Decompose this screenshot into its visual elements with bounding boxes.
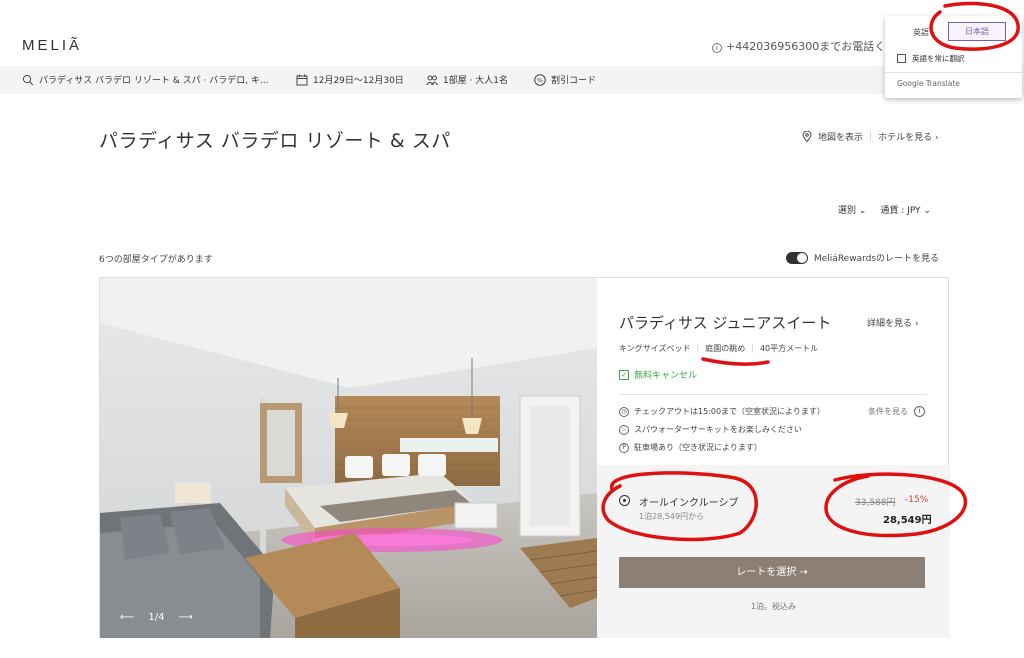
discount-badge: -15% (905, 495, 929, 505)
destination-field[interactable]: パラディサス バラデロ リゾート & スパ · バラデロ, キ... (22, 73, 269, 86)
promo-text: 割引コード (551, 76, 597, 86)
gallery-next-arrow-icon[interactable]: ⟶ (178, 612, 192, 623)
room-photo[interactable]: ⟵ 1/4 ⟶ (100, 278, 597, 638)
checkbox-check-icon: ✓ (619, 369, 629, 380)
rewards-label: MeliáRewardsのレートを見る (814, 254, 940, 264)
map-pin-icon (802, 131, 812, 142)
translate-divider (885, 72, 1022, 73)
spa-info: ♨ スパウォーターサーキットをお楽しみください (619, 424, 802, 435)
room-details-link[interactable]: 詳細を見る › (867, 316, 918, 329)
svg-text:%: % (537, 76, 543, 84)
calendar-icon (296, 74, 308, 85)
users-icon (426, 75, 438, 85)
conditions-link[interactable]: 条件を見る i (868, 406, 925, 417)
feature-size: 40平方メートル (759, 344, 819, 353)
translate-tab-japanese[interactable]: 日本語 (948, 22, 1006, 41)
rate-panel: オールインクルーシブ 1泊28,549円から 33,588円 -15% 28,5… (597, 465, 950, 638)
info-divider (619, 394, 927, 395)
guests-field[interactable]: 1部屋 · 大人1名 (426, 73, 508, 86)
parking-icon: P (619, 442, 629, 453)
parking-info: P 駐車場あり（空き状況によります） (619, 442, 762, 453)
feature-bed: キングサイズベッド (619, 344, 691, 353)
free-cancellation: ✓ 無料キャンセル (619, 368, 697, 381)
gallery-counter: 1/4 (148, 612, 165, 623)
filters-row: 選別 ⌄ 通貨 : JPY ⌄ (838, 203, 931, 216)
conditions-text: 条件を見る (868, 407, 908, 416)
currency-dropdown[interactable]: 通貨 : JPY ⌄ (880, 203, 931, 216)
booking-search-bar: パラディサス バラデロ リゾート & スパ · バラデロ, キ... 12月29… (0, 66, 1024, 94)
show-map-link[interactable]: 地図を表示 (818, 130, 863, 143)
google-translate-brand: Google Translate (897, 79, 960, 88)
rate-radio[interactable] (619, 495, 630, 506)
room-features: キングサイズベッド | 庭園の眺め | 40平方メートル (619, 343, 818, 354)
final-price: 28,549円 (883, 515, 932, 526)
always-translate-option[interactable]: 英語を常に翻訳 (897, 53, 965, 64)
room-card: ⟵ 1/4 ⟶ パラディサス ジュニアスイート 詳細を見る › キングサイズベッ… (99, 277, 950, 638)
feature-divider: | (751, 343, 754, 352)
free-cancel-label: 無料キャンセル (634, 371, 698, 381)
always-translate-label: 英語を常に翻訳 (912, 54, 965, 63)
info-icon: i (914, 406, 925, 417)
room-type-count: 6つの部屋タイプがあります (99, 255, 213, 265)
phone-text: +442036956300までお電話くださ (726, 40, 908, 53)
spa-icon: ♨ (619, 424, 629, 435)
discount-icon: % (534, 73, 546, 86)
select-rate-button[interactable]: レートを選択 → (619, 557, 925, 588)
dates-text: 12月29日〜12月30日 (313, 76, 404, 86)
search-icon (22, 74, 34, 85)
promo-code-field[interactable]: % 割引コード (534, 73, 596, 86)
parking-text: 駐車場あり（空き状況によります） (634, 443, 762, 452)
melia-logo[interactable]: MELIÃ (22, 37, 82, 54)
feature-view: 庭園の眺め (705, 344, 746, 353)
clock-icon: ◷ (619, 406, 629, 417)
gallery-controls: ⟵ 1/4 ⟶ (120, 612, 193, 623)
link-divider: | (869, 131, 873, 142)
rewards-toggle-row: MeliáRewardsのレートを見る (786, 251, 939, 264)
checkout-text: チェックアウトは15:00まで（空室状況によります） (634, 407, 825, 416)
hotel-links: 地図を表示 | ホテルを見る › (802, 130, 939, 143)
dates-field[interactable]: 12月29日〜12月30日 (296, 73, 404, 86)
guests-text: 1部屋 · 大人1名 (443, 76, 509, 86)
checkout-info: ◷ チェックアウトは15:00まで（空室状況によります） (619, 406, 825, 417)
destination-text: パラディサス バラデロ リゾート & スパ · バラデロ, キ... (39, 76, 269, 86)
sort-dropdown[interactable]: 選別 ⌄ (838, 203, 866, 216)
rate-name: オールインクルーシブ (639, 498, 739, 509)
hotel-title: パラディサス バラデロ リゾート & スパ (99, 130, 451, 152)
rewards-toggle[interactable] (786, 251, 808, 264)
view-hotel-link[interactable]: ホテルを見る › (878, 130, 938, 143)
phone-contact[interactable]: i +442036956300までお電話くださ (712, 38, 907, 54)
rate-per-night: 1泊28,549円から (639, 512, 705, 521)
room-name: パラディサス ジュニアスイート (619, 314, 832, 332)
tax-note: 1泊。税込み (750, 602, 797, 611)
original-price: 33,588円 (855, 498, 896, 508)
always-translate-checkbox[interactable] (897, 54, 906, 63)
room-photo-illustration (100, 278, 597, 638)
spa-text: スパウォーターサーキットをお楽しみください (634, 425, 802, 434)
info-icon: i (712, 43, 722, 53)
google-translate-popup: 英語 日本語 英語を常に翻訳 Google Translate (885, 16, 1022, 98)
gallery-prev-arrow-icon[interactable]: ⟵ (120, 612, 134, 623)
translate-tab-english[interactable]: 英語 (913, 27, 929, 38)
room-info-panel: パラディサス ジュニアスイート 詳細を見る › キングサイズベッド | 庭園の眺… (597, 278, 950, 638)
feature-divider: | (696, 343, 700, 352)
